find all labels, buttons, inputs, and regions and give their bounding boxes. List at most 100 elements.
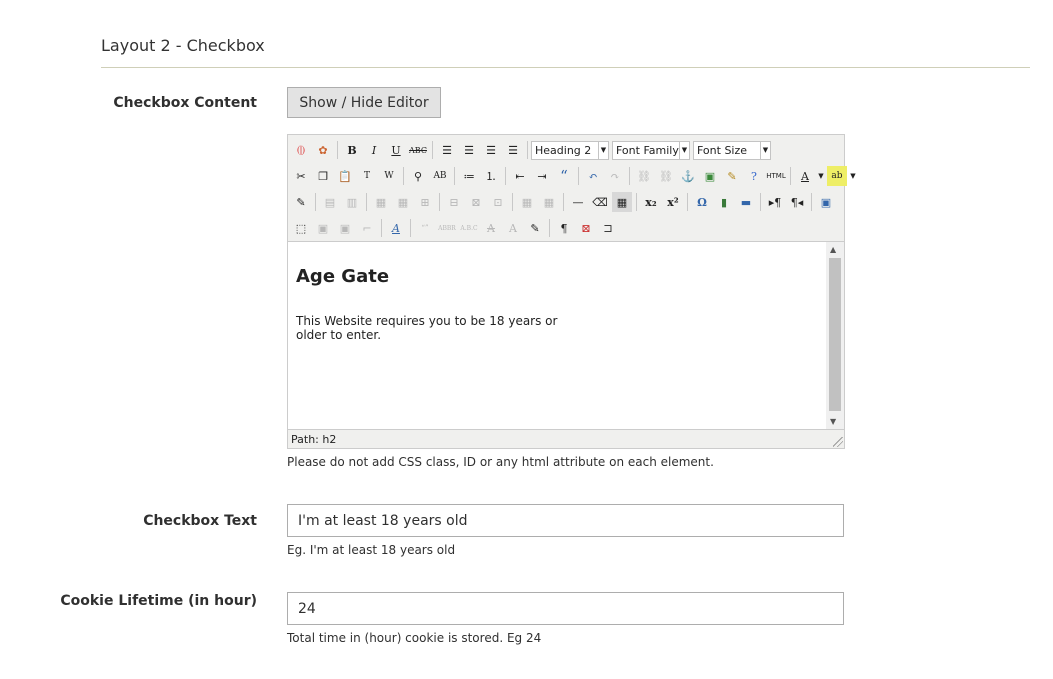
paste-word-icon[interactable]: W bbox=[379, 166, 399, 186]
chevron-down-icon[interactable]: ▼ bbox=[849, 166, 857, 186]
merge-cells-icon[interactable]: ⊡ bbox=[488, 192, 508, 212]
scroll-down-icon[interactable]: ▼ bbox=[830, 417, 836, 426]
subscript-icon[interactable]: x₂ bbox=[641, 192, 661, 212]
toolbar-separator bbox=[505, 167, 506, 185]
deletion-icon[interactable]: A bbox=[481, 218, 501, 238]
bullet-list-icon[interactable]: ≔ bbox=[459, 166, 479, 186]
citation-icon[interactable]: “” bbox=[415, 218, 435, 238]
numbered-list-icon[interactable]: ⒈ bbox=[481, 166, 501, 186]
outdent-icon[interactable]: ⇤ bbox=[510, 166, 530, 186]
nonbreaking-icon[interactable]: ⊠ bbox=[576, 218, 596, 238]
delete-row-icon[interactable]: ⊟ bbox=[444, 192, 464, 212]
paste-icon[interactable]: 📋 bbox=[335, 166, 355, 186]
toolbar-separator bbox=[512, 193, 513, 211]
split-cells-icon[interactable]: ⊠ bbox=[466, 192, 486, 212]
show-blocks-icon[interactable]: ¶ bbox=[554, 218, 574, 238]
toolbar-row-1: ⦇⦈ ✿ B I U ABC ☰ ☰ ☰ ☰ Heading 2 ▼ Font F… bbox=[290, 138, 774, 162]
editor-path: Path: h2 bbox=[291, 432, 337, 446]
image-icon[interactable]: ✿ bbox=[313, 140, 333, 160]
rtl-icon[interactable]: ¶◂ bbox=[787, 192, 807, 212]
cleanup-icon[interactable]: ✎ bbox=[722, 166, 742, 186]
acronym-icon[interactable]: ABBR bbox=[437, 218, 457, 238]
special-char-icon[interactable]: Ω bbox=[692, 192, 712, 212]
editor-scrollbar[interactable]: ▲ ▼ bbox=[826, 241, 844, 429]
html-icon[interactable]: HTML bbox=[766, 166, 786, 186]
toolbar-separator bbox=[432, 141, 433, 159]
background-color-icon[interactable]: ab bbox=[827, 166, 847, 186]
insert-layer-icon[interactable]: ▤ bbox=[320, 192, 340, 212]
editor-content-area[interactable]: Age Gate This Website requires you to be… bbox=[288, 241, 826, 429]
table-cell-props-icon[interactable]: ▦ bbox=[393, 192, 413, 212]
toolbar-row-4: ⬚ ▣ ▣ ⌐ A “” ABBR A.B.C A A ✎ ¶ ⊠ ⊐ bbox=[290, 216, 619, 240]
media-icon[interactable]: ▮ bbox=[714, 192, 734, 212]
checkbox-text-label: Checkbox Text bbox=[143, 513, 257, 529]
move-backward-icon[interactable]: ▣ bbox=[335, 218, 355, 238]
scroll-up-icon[interactable]: ▲ bbox=[830, 245, 836, 254]
font-family-select[interactable]: Font Family ▼ bbox=[612, 140, 690, 160]
edit-style-icon[interactable]: ✎ bbox=[291, 192, 311, 212]
indent-icon[interactable]: ⇥ bbox=[532, 166, 552, 186]
toolbar-separator bbox=[337, 141, 338, 159]
align-justify-icon[interactable]: ☰ bbox=[503, 140, 523, 160]
show-hide-editor-button[interactable]: Show / Hide Editor bbox=[287, 87, 441, 118]
superscript-icon[interactable]: x² bbox=[663, 192, 683, 212]
cut-icon[interactable]: ✂ bbox=[291, 166, 311, 186]
move-forward-icon[interactable]: ▣ bbox=[313, 218, 333, 238]
styleprops-icon[interactable]: A bbox=[386, 218, 406, 238]
abbreviation-icon[interactable]: A.B.C bbox=[459, 218, 479, 238]
redo-icon[interactable]: ↷ bbox=[605, 166, 625, 186]
bold-icon[interactable]: B bbox=[342, 140, 362, 160]
chevron-down-icon[interactable]: ▼ bbox=[817, 166, 825, 186]
link-icon[interactable]: ⛓ bbox=[634, 166, 654, 186]
table-row-props-icon[interactable]: ▦ bbox=[371, 192, 391, 212]
toolbar-separator bbox=[687, 193, 688, 211]
fullscreen-icon[interactable]: ▣ bbox=[816, 192, 836, 212]
copy-icon[interactable]: ❐ bbox=[313, 166, 333, 186]
align-right-icon[interactable]: ☰ bbox=[481, 140, 501, 160]
underline-icon[interactable]: U bbox=[386, 140, 406, 160]
paste-text-icon[interactable]: T bbox=[357, 166, 377, 186]
replace-icon[interactable]: AB bbox=[430, 166, 450, 186]
widget-icon[interactable]: ⦇⦈ bbox=[291, 140, 311, 160]
toolbar-separator bbox=[527, 141, 528, 159]
format-select[interactable]: Heading 2 ▼ bbox=[531, 140, 609, 160]
table-col-icon[interactable]: ▦ bbox=[517, 192, 537, 212]
strikethrough-icon[interactable]: ABC bbox=[408, 140, 428, 160]
undo-icon[interactable]: ↶ bbox=[583, 166, 603, 186]
toolbar-separator bbox=[629, 167, 630, 185]
font-size-select-value: Font Size bbox=[697, 143, 748, 157]
chevron-down-icon: ▼ bbox=[760, 141, 770, 159]
insert-image-icon[interactable]: ▣ bbox=[700, 166, 720, 186]
italic-icon[interactable]: I bbox=[364, 140, 384, 160]
attributes-icon[interactable]: ✎ bbox=[525, 218, 545, 238]
hr-icon[interactable]: — bbox=[568, 192, 588, 212]
align-center-icon[interactable]: ☰ bbox=[459, 140, 479, 160]
text-color-icon[interactable]: A bbox=[795, 166, 815, 186]
checkbox-text-input[interactable]: I'm at least 18 years old bbox=[287, 504, 844, 537]
insertion-icon[interactable]: A bbox=[503, 218, 523, 238]
visual-aid-icon[interactable]: ▦ bbox=[612, 192, 632, 212]
pagebreak-icon[interactable]: ⊐ bbox=[598, 218, 618, 238]
unlink-icon[interactable]: ⛓ bbox=[656, 166, 676, 186]
find-icon[interactable]: ⚲ bbox=[408, 166, 428, 186]
insert-row-icon[interactable]: ⊞ bbox=[415, 192, 435, 212]
absolute-icon[interactable]: ▥ bbox=[342, 192, 362, 212]
blockquote-icon[interactable]: “ bbox=[554, 166, 574, 186]
ltr-icon[interactable]: ▸¶ bbox=[765, 192, 785, 212]
checkbox-text-note: Eg. I'm at least 18 years old bbox=[287, 543, 456, 557]
font-size-select[interactable]: Font Size ▼ bbox=[693, 140, 771, 160]
align-left-icon[interactable]: ☰ bbox=[437, 140, 457, 160]
advanced-hr-icon[interactable]: ▬ bbox=[736, 192, 756, 212]
scrollbar-thumb[interactable] bbox=[829, 258, 841, 411]
cookie-lifetime-input[interactable]: 24 bbox=[287, 592, 844, 625]
toolbar-separator bbox=[381, 219, 382, 237]
absolute-position-icon[interactable]: ⌐ bbox=[357, 218, 377, 238]
toolbar-separator bbox=[403, 167, 404, 185]
remove-format-icon[interactable]: ⌫ bbox=[590, 192, 610, 212]
help-icon[interactable]: ? bbox=[744, 166, 764, 186]
insert-layer-icon[interactable]: ⬚ bbox=[291, 218, 311, 238]
resize-grip-icon[interactable] bbox=[833, 437, 843, 447]
table-del-icon[interactable]: ▦ bbox=[539, 192, 559, 212]
checkbox-content-label: Checkbox Content bbox=[113, 95, 257, 111]
anchor-icon[interactable]: ⚓ bbox=[678, 166, 698, 186]
